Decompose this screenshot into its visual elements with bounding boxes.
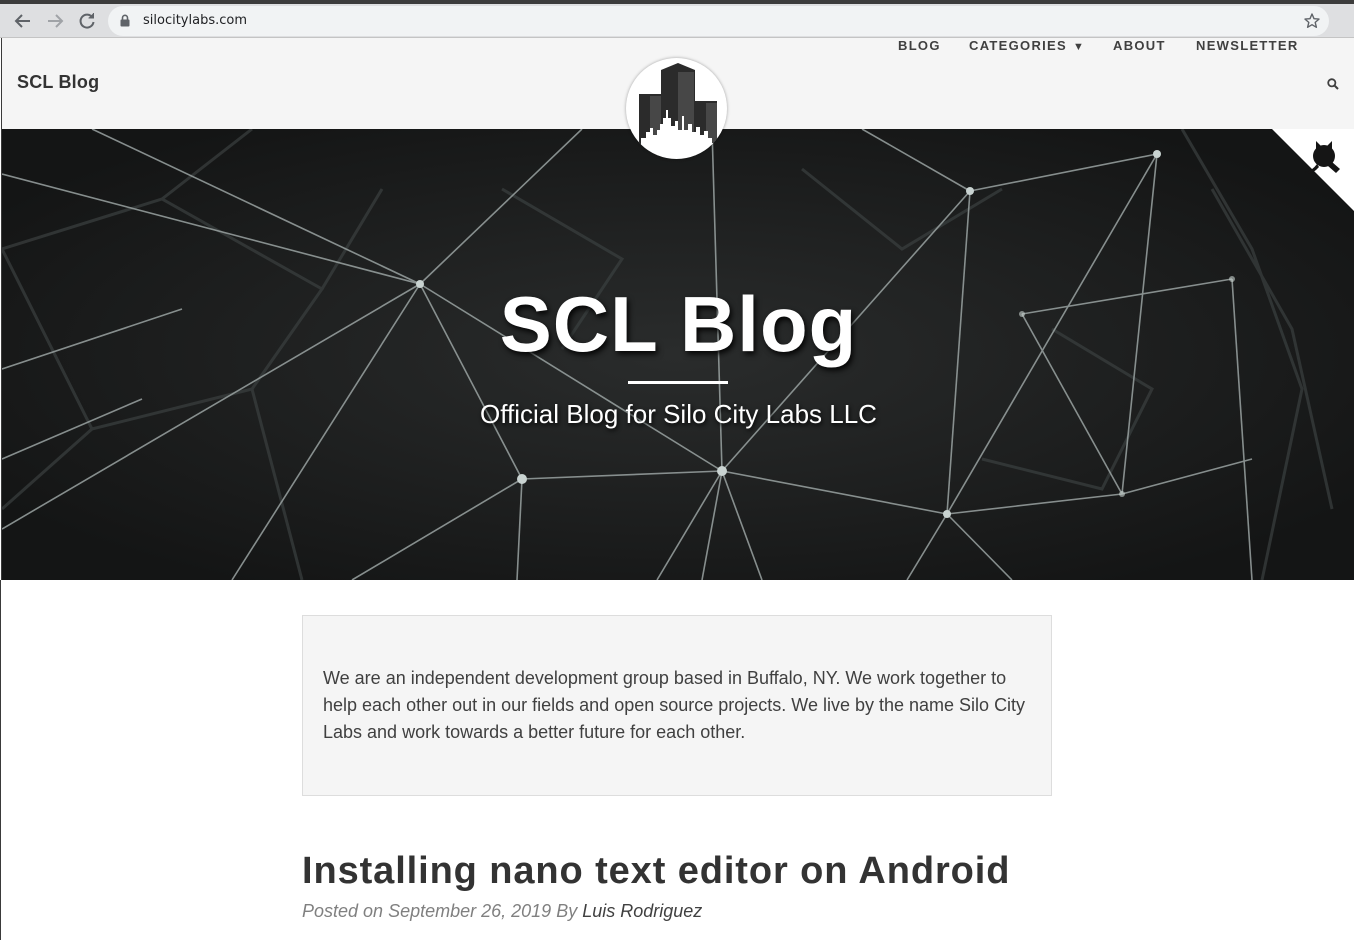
city-skyline-logo (639, 63, 717, 150)
hero-subtitle: Official Blog for Silo City Labs LLC (480, 399, 877, 429)
hero-title: SCL Blog (499, 280, 858, 368)
intro-text: We are an independent development group … (323, 668, 1026, 742)
site-logo[interactable] (626, 58, 727, 159)
nav-link-about[interactable]: ABOUT (1113, 38, 1166, 53)
star-icon[interactable] (1303, 12, 1321, 30)
github-corner-link[interactable] (1272, 129, 1354, 211)
post-meta: Posted on September 26, 2019 By Luis Rod… (302, 901, 702, 922)
nav-link-categories[interactable]: CATEGORIES ▼ (969, 38, 1085, 53)
search-icon[interactable] (1327, 78, 1339, 90)
browser-toolbar: silocitylabs.com (0, 4, 1354, 38)
back-button[interactable] (10, 8, 36, 34)
address-bar[interactable]: silocitylabs.com (108, 6, 1329, 36)
page-left-border (0, 580, 1, 940)
posted-on-label: Posted on (302, 901, 389, 921)
reload-icon (79, 13, 95, 29)
intro-panel: We are an independent development group … (302, 615, 1052, 796)
site-brand-link[interactable]: SCL Blog (17, 72, 99, 93)
nav-link-blog[interactable]: BLOG (898, 38, 941, 53)
arrow-right-icon (48, 14, 64, 28)
url-text: silocitylabs.com (143, 13, 247, 28)
caret-down-icon: ▼ (1073, 41, 1086, 53)
post-title-link[interactable]: Installing nano text editor on Android (302, 850, 1010, 893)
reload-button[interactable] (74, 8, 100, 34)
nav-link-newsletter[interactable]: NEWSLETTER (1196, 38, 1299, 53)
hero-divider (628, 381, 728, 384)
nav-categories-label: CATEGORIES (969, 38, 1067, 53)
post-date: September 26, 2019 (388, 901, 552, 921)
arrow-left-icon (14, 14, 30, 28)
lock-icon (120, 14, 130, 27)
forward-button[interactable] (42, 8, 68, 34)
hero-banner: SCL Blog Official Blog for Silo City Lab… (1, 129, 1354, 580)
by-label: By (551, 901, 583, 921)
post-author: Luis Rodriguez (582, 901, 703, 921)
